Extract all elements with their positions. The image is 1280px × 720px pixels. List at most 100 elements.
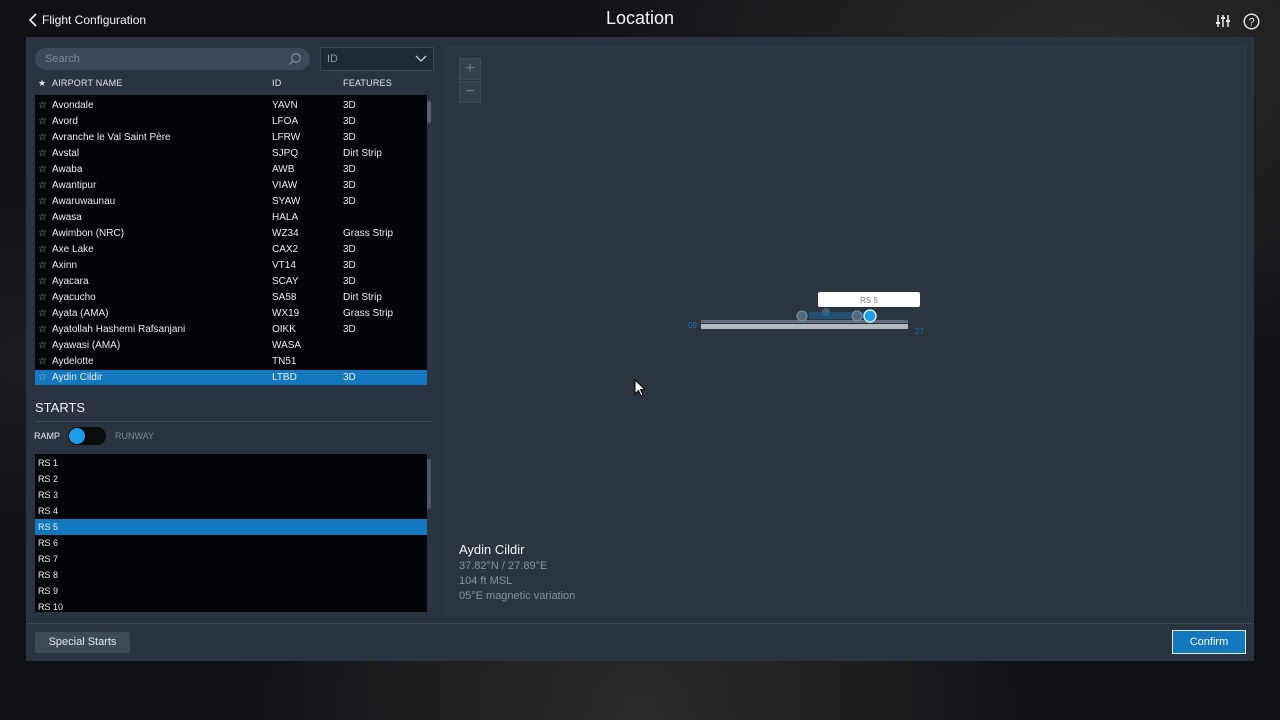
airport-name: Awantipur	[52, 180, 97, 191]
airport-row[interactable]: ☆ Awantipur VIAW 3D	[35, 178, 427, 194]
start-label: RS 9	[38, 586, 59, 596]
airport-id: SJPQ	[272, 148, 299, 159]
confirm-button[interactable]: Confirm	[1172, 630, 1246, 654]
starts-list-scrollbar[interactable]	[427, 459, 431, 509]
airport-id: LFRW	[272, 132, 301, 143]
airport-row[interactable]: ☆ Ayacara SCAY 3D	[35, 274, 427, 290]
airport-elevation: 104 ft MSL	[459, 575, 513, 587]
airport-map[interactable]: + − 09 27 RS 5 Aydin Cildir 37.82°N / 27…	[446, 47, 1246, 615]
start-row[interactable]: RS 2	[35, 471, 427, 487]
special-starts-button[interactable]: Special Starts	[35, 632, 130, 653]
favorite-star-icon[interactable]: ☆	[38, 260, 47, 271]
airport-id: VT14	[272, 260, 296, 271]
help-icon[interactable]: ?	[1242, 12, 1260, 30]
favorite-star-icon[interactable]: ☆	[38, 292, 47, 303]
airport-id: OIKK	[272, 324, 296, 335]
airport-name: Ayawasi (AMA)	[52, 340, 121, 351]
favorite-star-icon[interactable]: ☆	[38, 228, 47, 239]
search-field-value: ID	[327, 53, 338, 65]
favorite-star-icon[interactable]: ☆	[38, 132, 47, 143]
col-airport-name[interactable]: AIRPORT NAME	[52, 78, 123, 88]
airport-features: 3D	[343, 164, 356, 175]
airport-id: VIAW	[272, 180, 298, 191]
selected-start-marker[interactable]	[863, 309, 877, 323]
favorite-star-icon[interactable]: ☆	[38, 356, 47, 367]
start-row[interactable]: RS 4	[35, 503, 427, 519]
page-title: Location	[605, 8, 675, 28]
start-row[interactable]: RS 8	[35, 567, 427, 583]
airport-row[interactable]: ☆ Aydin Cildir LTBD 3D	[35, 370, 427, 385]
col-favorite-star-icon[interactable]: ★	[38, 78, 46, 89]
start-row[interactable]: RS 6	[35, 535, 427, 551]
airport-row[interactable]: ☆ Aydelotte TN51	[35, 354, 427, 370]
start-row[interactable]: RS 1	[35, 455, 427, 471]
airport-list-scrollbar[interactable]	[427, 101, 431, 123]
airport-row[interactable]: ☆ Ayatollah Hashemi Rafsanjani OIKK 3D	[35, 322, 427, 338]
runway	[701, 320, 908, 329]
starts-list[interactable]: RS 1 RS 2 RS 3 RS 4 RS 5 RS 6 RS 7 RS 8 RS 9 RS 1…	[35, 454, 427, 612]
start-label: RS 4	[38, 506, 59, 516]
airport-id: TN51	[272, 356, 297, 367]
col-features[interactable]: FEATURES	[343, 78, 392, 88]
search-field-select[interactable]: ID	[320, 47, 434, 71]
favorite-star-icon[interactable]: ☆	[38, 212, 47, 223]
airport-row[interactable]: ☆ Axinn VT14 3D	[35, 258, 427, 274]
location-dialog: ID ★ AIRPORT NAME ID FEATURES ☆ Avondale Y…	[26, 37, 1254, 661]
airport-row[interactable]: ☆ Ayacucho SA58 Dirt Strip	[35, 290, 427, 306]
search-input[interactable]	[45, 51, 285, 67]
start-row[interactable]: RS 10	[35, 599, 427, 612]
airport-row[interactable]: ☆ Avord LFOA 3D	[35, 114, 427, 130]
airport-features: 3D	[343, 260, 356, 271]
favorite-star-icon[interactable]: ☆	[38, 244, 47, 255]
airport-id: SYAW	[272, 196, 301, 207]
col-id[interactable]: ID	[272, 78, 281, 88]
airport-row[interactable]: ☆ Ayata (AMA) WX19 Grass Strip	[35, 306, 427, 322]
top-bar: Flight Configuration Location ?	[0, 0, 1280, 38]
airport-row[interactable]: ☆ Avondale YAVN 3D	[35, 98, 427, 114]
start-label: RS 5	[38, 522, 59, 532]
favorite-star-icon[interactable]: ☆	[38, 308, 47, 319]
airport-row[interactable]: ☆ Avstal SJPQ Dirt Strip	[35, 146, 427, 162]
start-label: RS 3	[38, 490, 59, 500]
start-row[interactable]: RS 3	[35, 487, 427, 503]
favorite-star-icon[interactable]: ☆	[38, 372, 47, 383]
airport-row[interactable]: ☆ Awaba AWB 3D	[35, 162, 427, 178]
airport-row[interactable]: ☆ Ayawasi (AMA) WASA	[35, 338, 427, 354]
airport-features: 3D	[343, 116, 356, 127]
favorite-star-icon[interactable]: ☆	[38, 196, 47, 207]
airport-features: Grass Strip	[343, 228, 394, 239]
favorite-star-icon[interactable]: ☆	[38, 324, 47, 335]
mouse-cursor-icon	[634, 379, 646, 397]
airport-row[interactable]: ☆ Axe Lake CAX2 3D	[35, 242, 427, 258]
airport-list[interactable]: ☆ Avondale YAVN 3D ☆ Avord LFOA 3D ☆ Avranche le …	[35, 95, 427, 385]
airport-coordinates: 37.82°N / 27.89°E	[459, 560, 548, 572]
favorite-star-icon[interactable]: ☆	[38, 276, 47, 287]
favorite-star-icon[interactable]: ☆	[38, 148, 47, 159]
favorite-star-icon[interactable]: ☆	[38, 116, 47, 127]
favorite-star-icon[interactable]: ☆	[38, 340, 47, 351]
favorite-star-icon[interactable]: ☆	[38, 100, 47, 111]
airport-name: Awaba	[52, 164, 83, 175]
airport-name: Ayata (AMA)	[52, 308, 109, 319]
airport-row[interactable]: ☆ Awimbon (NRC) WZ34 Grass Strip	[35, 226, 427, 242]
ramp-runway-toggle[interactable]	[68, 427, 106, 445]
favorite-star-icon[interactable]: ☆	[38, 164, 47, 175]
search-box	[35, 48, 310, 70]
airport-id: WZ34	[272, 228, 299, 239]
chevron-down-icon	[415, 55, 427, 62]
start-row[interactable]: RS 7	[35, 551, 427, 567]
start-row[interactable]: RS 5	[35, 519, 427, 535]
start-popup-label: RS 5	[860, 296, 878, 305]
starts-title: STARTS	[35, 400, 86, 415]
airport-row[interactable]: ☆ Awaruwaunau SYAW 3D	[35, 194, 427, 210]
favorite-star-icon[interactable]: ☆	[38, 180, 47, 191]
start-row[interactable]: RS 9	[35, 583, 427, 599]
airport-row[interactable]: ☆ Avranche le Val Saint Père LFRW 3D	[35, 130, 427, 146]
airport-row[interactable]: ☆ Awasa HALA	[35, 210, 427, 226]
airport-id: SCAY	[272, 276, 299, 287]
footer-divider	[26, 623, 1254, 624]
airport-features: Dirt Strip	[343, 292, 382, 303]
sliders-icon[interactable]	[1214, 12, 1232, 30]
airport-features: 3D	[343, 100, 356, 111]
airport-id: LTBD	[272, 372, 297, 383]
